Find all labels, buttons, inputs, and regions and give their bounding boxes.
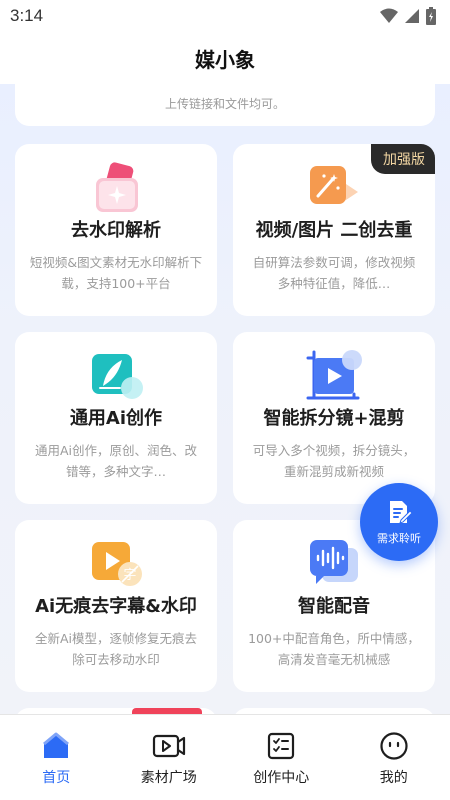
card-title: 通用Ai创作 <box>69 408 163 429</box>
requirement-listen-button[interactable]: 需求聆听 <box>360 483 438 561</box>
upload-hint: 上传链接和文件均可。 <box>164 97 285 111</box>
card-description: 短视频&图文素材无水印解析下载，支持100+平台 <box>29 255 203 291</box>
feature-card-ai-writing[interactable]: 通用Ai创作 通用Ai创作，原创、润色、改错等，多种文字… <box>15 332 217 504</box>
nav-item-materials[interactable]: 素材广场 <box>113 715 226 800</box>
nav-label: 创作中心 <box>253 770 310 786</box>
magic-wand-video-icon <box>233 158 435 218</box>
face-icon <box>380 732 408 760</box>
video-play-icon <box>152 734 185 758</box>
watermark-remove-icon <box>15 158 217 218</box>
checklist-icon <box>268 732 295 760</box>
nav-item-profile[interactable]: 我的 <box>338 715 450 800</box>
signal-icon <box>405 9 419 23</box>
card-description: 自研算法参数可调，修改视频多种特征值，降低… <box>252 255 416 291</box>
status-bar: 3:14 <box>0 0 450 32</box>
card-title: 智能配音 <box>298 596 370 617</box>
feature-card-video-split[interactable]: 智能拆分镜+混剪 可导入多个视频，拆分镜头，重新混剪成新视频 <box>233 332 435 504</box>
nav-label: 首页 <box>42 770 71 786</box>
card-title: 视频/图片 二创去重 <box>255 220 413 241</box>
nav-label: 素材广场 <box>140 770 197 786</box>
nav-label: 我的 <box>379 770 408 786</box>
home-icon <box>43 732 70 758</box>
card-title: 去水印解析 <box>71 220 161 241</box>
fab-label: 需求聆听 <box>377 532 421 545</box>
upload-card[interactable]: 上传链接和文件均可。 <box>15 84 435 126</box>
page-title: 媒小象 <box>195 47 255 72</box>
status-icons <box>380 7 436 25</box>
bottom-navigation: 首页 素材广场 创作中心 我的 <box>0 714 450 800</box>
edit-document-icon <box>390 501 413 524</box>
subtitle-remove-icon: 字 <box>15 534 217 594</box>
card-title: Ai无痕去字幕&水印 <box>35 596 197 617</box>
feature-card-watermark[interactable]: 去水印解析 短视频&图文素材无水印解析下载，支持100+平台 <box>15 144 217 316</box>
video-split-icon <box>233 346 435 406</box>
card-description: 100+中配音角色，所中情感，高清发音毫无机械感 <box>248 631 420 667</box>
card-description: 通用Ai创作，原创、润色、改错等，多种文字… <box>34 443 198 479</box>
main-content[interactable]: 上传链接和文件均可。 去水印解析 短视频&图文素材无水印解析下载，支持100+平… <box>0 84 450 714</box>
feature-card-subtitle-remove[interactable]: 字 Ai无痕去字幕&水印 全新Ai模型，逐帧修复无痕去除可去移动水印 <box>15 520 217 692</box>
status-time: 3:14 <box>10 6 44 25</box>
feature-card-video-dedup[interactable]: 加强版 视频/图片 二创去重 自研算法参数可调，修改视频多种特征值，降低… <box>233 144 435 316</box>
nav-item-creation[interactable]: 创作中心 <box>225 715 338 800</box>
nav-item-home[interactable]: 首页 <box>0 715 113 800</box>
card-description: 全新Ai模型，逐帧修复无痕去除可去移动水印 <box>34 631 198 667</box>
battery-icon <box>426 7 436 25</box>
app-header: 媒小象 <box>0 32 450 84</box>
ai-writing-icon <box>15 346 217 406</box>
card-description: 可导入多个视频，拆分镜头，重新混剪成新视频 <box>252 443 416 479</box>
wifi-icon <box>380 8 398 23</box>
card-title: 智能拆分镜+混剪 <box>263 408 405 429</box>
